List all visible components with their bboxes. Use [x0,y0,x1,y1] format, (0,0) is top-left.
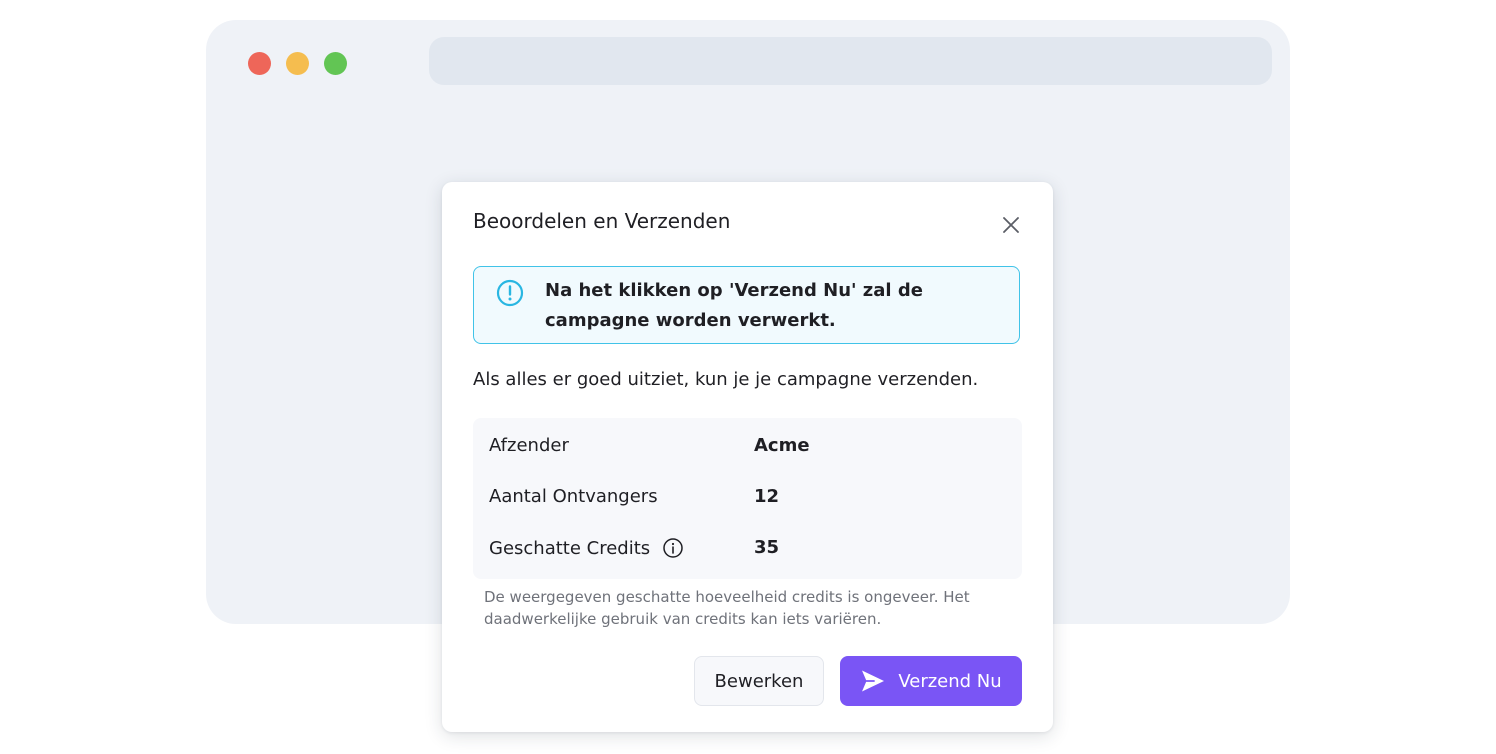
edit-button-label: Bewerken [714,670,804,692]
window-maximize-button[interactable] [324,52,347,75]
summary-row-credits: Geschatte Credits 35 [489,537,1009,567]
alert-message: Na het klikken op 'Verzend Nu' zal de ca… [545,280,923,331]
summary-label: Geschatte Credits [489,537,684,559]
window-minimize-button[interactable] [286,52,309,75]
info-icon[interactable] [662,537,684,559]
window-close-button[interactable] [248,52,271,75]
close-icon [1003,217,1019,233]
credits-label: Geschatte Credits [489,537,651,559]
campaign-summary: Afzender Acme Aantal Ontvangers 12 Gesch… [473,418,1022,579]
summary-label: Aantal Ontvangers [489,486,658,507]
recipients-label: Aantal Ontvangers [489,486,658,507]
summary-label: Afzender [489,435,569,456]
edit-button[interactable]: Bewerken [694,656,824,706]
summary-row-sender: Afzender Acme [489,435,1009,465]
credits-disclaimer: De weergegeven geschatte hoeveelheid cre… [484,588,970,628]
modal-title: Beoordelen en Verzenden [473,209,731,233]
send-now-button[interactable]: Verzend Nu [840,656,1022,706]
sender-value: Acme [754,435,810,456]
address-bar[interactable] [429,37,1272,85]
send-icon [860,668,886,694]
intro-text: Als alles er goed uitziet, kun je je cam… [473,369,979,390]
recipients-value: 12 [754,486,780,507]
summary-row-recipients: Aantal Ontvangers 12 [489,486,1009,516]
review-send-modal: Beoordelen en Verzenden Na het klikken o… [442,182,1053,732]
send-now-button-label: Verzend Nu [898,670,1002,692]
window-controls [248,52,347,75]
close-button[interactable] [996,210,1026,240]
exclamation-circle-icon [496,279,524,307]
sender-label: Afzender [489,435,569,456]
credits-value: 35 [754,537,780,558]
info-alert: Na het klikken op 'Verzend Nu' zal de ca… [473,266,1020,344]
